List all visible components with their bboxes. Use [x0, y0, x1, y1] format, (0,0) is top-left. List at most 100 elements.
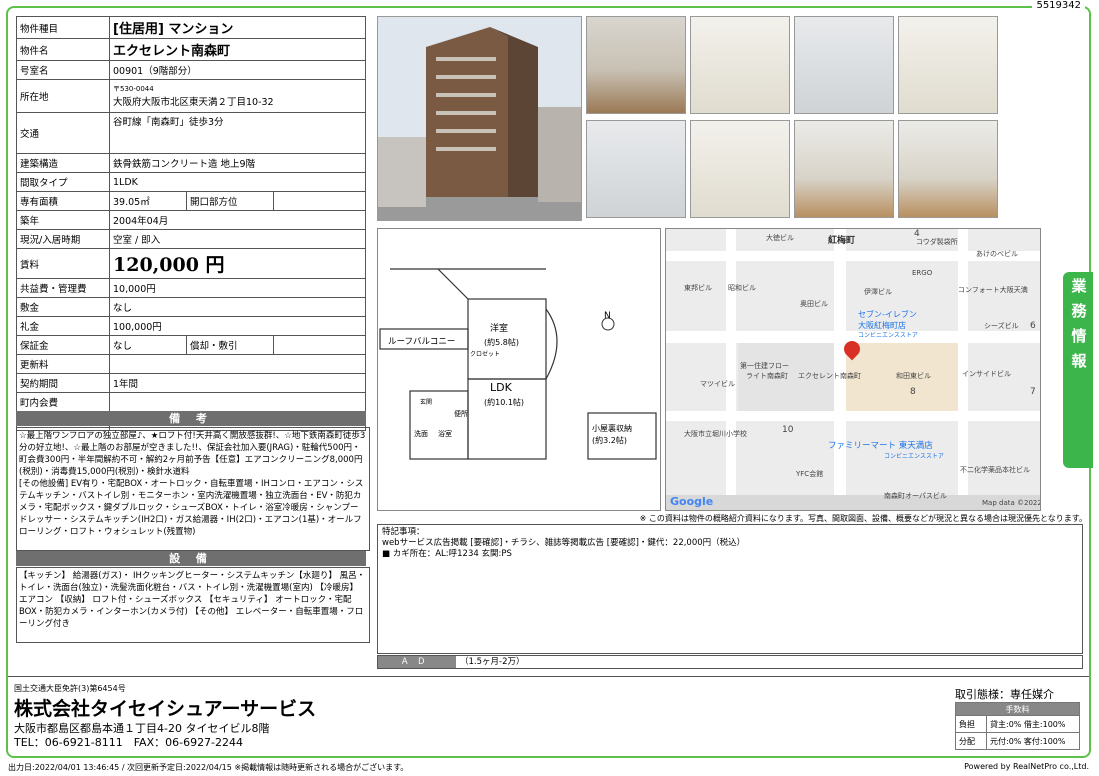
- building-illustration: [378, 27, 581, 220]
- floor-plan-lines: [379, 268, 657, 460]
- bottom-bar: 出力日:2022/04/01 13:46:45 / 次回更新予定日:2022/0…: [8, 762, 1089, 773]
- output-date: 出力日:2022/04/01 13:46:45 / 次回更新予定日:2022/0…: [8, 763, 409, 772]
- map-label: 第一住建フロー: [740, 362, 789, 370]
- photo-kitchen[interactable]: [794, 120, 894, 218]
- spec-row-address: 所在地 〒530-0044 大阪府大阪市北区東天満２丁目10-32: [16, 79, 366, 113]
- map-label: インサイドビル: [962, 370, 1011, 378]
- toilet-label: 便所: [454, 410, 468, 418]
- spec-row-type: 物件種目 [住居用] マンション: [16, 16, 366, 39]
- map-block: 10: [782, 425, 794, 435]
- map-label: あけのべビル: [976, 250, 1018, 258]
- spec-row-name: 物件名 エクセレント南森町: [16, 38, 366, 61]
- photo-washroom[interactable]: [794, 16, 894, 114]
- map-block: 6: [1030, 321, 1036, 331]
- genkan-label: 玄関: [420, 399, 433, 406]
- spec-row-access: 交通 谷町線「南森町」徒歩3分: [16, 112, 366, 154]
- attic-size: (約3.2帖): [592, 436, 627, 445]
- map-label: 東邦ビル: [684, 284, 712, 292]
- north-arrow-icon: N: [604, 311, 611, 321]
- transaction-type: 取引態様：専任媒介: [955, 688, 1054, 701]
- remarks-box: 特記事項： webサービス広告掲載 [要確認]・チラシ、雑誌等掲載広告 [要確認…: [377, 524, 1083, 654]
- fee-row-label: 負担: [955, 715, 987, 733]
- map-store2: ファミリーマート 東天満店: [828, 441, 933, 451]
- ad-value: （1.5ヶ月-2万）: [460, 657, 525, 667]
- spec-row-status: 現況/入居時期 空室 / 即入: [16, 229, 366, 249]
- spec-row-room: 号室名 00901（9階部分）: [16, 60, 366, 80]
- map-target-label: エクセレント南森町: [798, 372, 861, 380]
- fee-table: 手数料 負担 貸主:0% 借主:100% 分配 元付:0% 客付:100%: [955, 702, 1080, 750]
- bath-label: 浴室: [438, 430, 452, 438]
- map-label: 大徳ビル: [766, 234, 794, 242]
- map-label: 南森町オーパスビル: [884, 492, 947, 500]
- remarks-title: 特記事項：: [382, 527, 425, 537]
- map-store1: セブン-イレブン: [858, 310, 917, 319]
- map-block: 7: [1030, 387, 1036, 397]
- fee-row-label: 分配: [955, 732, 987, 750]
- attic-label: 小屋裏収納: [592, 424, 632, 433]
- photo-hallway[interactable]: [586, 16, 686, 114]
- zip-code: 〒530-0044: [113, 85, 154, 93]
- map-label: ライト南森町: [746, 372, 788, 380]
- map-label: 和田東ビル: [896, 372, 931, 380]
- spec-row-key-money: 礼金 100,000円: [16, 316, 366, 336]
- room1-label: 洋室: [490, 324, 509, 334]
- closet-label: クロゼット: [470, 351, 501, 358]
- remarks-line2: ■ カギ所在：AL:呼1234 玄関:PS: [382, 549, 512, 559]
- fee-box: 取引態様：専任媒介 手数料 負担 貸主:0% 借主:100% 分配 元付:0% 客付…: [955, 686, 1080, 750]
- spec-row-rent: 賃料 120,000 円: [16, 248, 366, 279]
- map-label: 伊澤ビル: [864, 288, 892, 296]
- photo-toilet[interactable]: [690, 120, 790, 218]
- photo-storage[interactable]: [690, 16, 790, 114]
- ldk-size: (約10.1帖): [484, 398, 525, 407]
- photo-laundry[interactable]: [898, 16, 998, 114]
- balcony-label: ルーフバルコニー: [388, 337, 456, 347]
- map-block: 4: [914, 229, 920, 239]
- biko-text: ☆最上階ワンフロアの独立部屋♪、★ロフト付!天井高く開放感抜群!、☆地下鉄南森町…: [16, 427, 370, 551]
- map-school: 大阪市立堀川小学校: [684, 430, 747, 438]
- location-map[interactable]: 紅梅町 大徳ビル コウダ製袋所 あけのべビル ERGO 東邦ビル 昭和ビル 伊澤…: [665, 228, 1041, 511]
- map-label: 奥田ビル: [800, 300, 828, 308]
- map-label: YFC会館: [796, 470, 824, 478]
- map-label: マツイビル: [700, 380, 735, 388]
- spec-row-renewal: 更新料: [16, 354, 366, 374]
- map-label: コンフォート大阪天満: [958, 286, 1028, 294]
- ldk-label: LDK: [490, 381, 512, 394]
- map-area-label: 紅梅町: [828, 236, 856, 246]
- spec-row-layout: 間取タイプ 1LDK: [16, 172, 366, 192]
- map-label: コウダ製袋所: [916, 238, 958, 246]
- photo-loft[interactable]: [898, 120, 998, 218]
- photo-bath[interactable]: [586, 120, 686, 218]
- floor-plan: ルーフバルコニー 洋室 (約5.8帖) LDK (約10.1帖) 小屋裏収納 (…: [377, 228, 661, 511]
- company-address: 大阪市都島区都島本通１丁目4-20 タイセイビル8階: [14, 722, 270, 735]
- document-id: 5519342: [1032, 0, 1085, 11]
- license-number: 国土交通大臣免許(3)第6454号: [14, 684, 126, 693]
- remarks-line1: webサービス広告掲載 [要確認]・チラシ、雑誌等掲載広告 [要確認]・鍵代：2…: [382, 538, 746, 548]
- spec-row-association: 町内会費: [16, 392, 366, 412]
- google-logo: Google: [670, 495, 714, 508]
- map-label: ERGO: [912, 269, 933, 277]
- company-phone: TEL：06-6921-8111 FAX：06-6927-2244: [14, 736, 244, 749]
- fee-header: 手数料: [955, 702, 1080, 716]
- setsubi-text: 【キッチン】 給湯器(ガス)・ IHクッキングヒーター・システムキッチン【水廻り…: [16, 567, 370, 643]
- spec-row-deposit: 敷金 なし: [16, 297, 366, 317]
- map-store2-type: コンビニエンスストア: [884, 453, 944, 460]
- room1-size: (約5.8帖): [484, 338, 519, 347]
- ad-row: ＡＤ （1.5ヶ月-2万）: [377, 655, 1083, 669]
- wash-label: 洗面: [414, 430, 428, 438]
- fee-row-value: 元付:0% 客付:100%: [986, 732, 1080, 750]
- spec-table: 物件種目 [住居用] マンション 物件名 エクセレント南森町 号室名 00901（9階…: [16, 16, 366, 431]
- building-photo[interactable]: [377, 16, 582, 221]
- map-label: 昭和ビル: [728, 284, 756, 292]
- business-info-tab[interactable]: 業務情報: [1063, 272, 1093, 468]
- biko-heading: 備 考: [16, 411, 366, 426]
- spec-row-built: 築年 2004年04月: [16, 210, 366, 230]
- powered-by: Powered by RealNetPro co.,Ltd.: [964, 762, 1089, 771]
- ad-label: ＡＤ: [378, 656, 456, 668]
- company-name: 株式会社タイセイシュアーサービス: [14, 698, 317, 720]
- map-credit: Map data ©2022: [982, 499, 1041, 507]
- spec-row-mgmt-fee: 共益費・管理費 10,000円: [16, 278, 366, 298]
- fee-row-value: 貸主:0% 借主:100%: [986, 715, 1080, 733]
- address: 大阪府大阪市北区東天満２丁目10-32: [113, 97, 274, 108]
- spec-row-structure: 建築構造 鉄骨鉄筋コンクリート造 地上9階: [16, 153, 366, 173]
- map-label: シーズビル: [984, 322, 1019, 330]
